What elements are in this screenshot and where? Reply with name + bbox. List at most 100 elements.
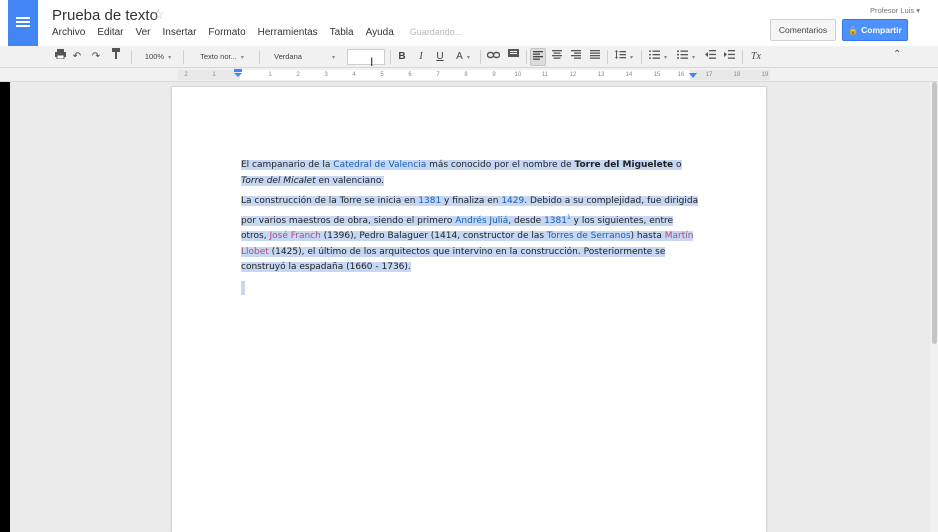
link-andres-julia[interactable]: Andrés Juliá: [455, 216, 508, 226]
ruler-number: 1: [212, 72, 216, 78]
app-header: Prueba de texto ☆ Archivo Editar Ver Ins…: [0, 0, 938, 46]
italic-button[interactable]: I: [414, 48, 428, 66]
font-size-input[interactable]: [347, 49, 385, 65]
text-cursor-icon: I: [370, 55, 374, 69]
ruler-number: 8: [464, 72, 468, 78]
text-run: (1425), el último de los arquitectos que…: [241, 246, 666, 273]
undo-icon[interactable]: ↶: [70, 48, 84, 66]
ruler-number: 10: [514, 72, 522, 78]
text-color-button[interactable]: A ▾: [452, 48, 474, 66]
ruler-number: 6: [408, 72, 412, 78]
window-edge: [0, 82, 10, 532]
menu-tabla[interactable]: Tabla: [330, 27, 354, 41]
user-name: Profesor Luis: [869, 6, 915, 15]
ruler-number: 3: [324, 72, 328, 78]
indent-marker[interactable]: [234, 69, 242, 77]
link-1381[interactable]: 1381: [418, 196, 441, 206]
text-color-label: A: [456, 51, 463, 62]
link-jose-franch[interactable]: José Franch: [269, 231, 320, 241]
italic-text: Torre del Micalet: [241, 175, 316, 186]
print-icon[interactable]: [52, 48, 68, 66]
menu-editar[interactable]: Editar: [97, 27, 123, 41]
scrollbar-thumb[interactable]: [932, 82, 937, 344]
empty-paragraph: [241, 280, 245, 295]
align-left-icon[interactable]: [530, 48, 546, 66]
menu-insertar[interactable]: Insertar: [163, 27, 197, 41]
ruler-number: 12: [569, 72, 577, 78]
zoom-select[interactable]: 100% ▾: [138, 48, 178, 66]
redo-icon[interactable]: ↷: [89, 48, 103, 66]
menu-archivo[interactable]: Archivo: [52, 27, 85, 41]
numbered-list-icon[interactable]: ▾: [646, 48, 670, 66]
ruler-number: 11: [541, 72, 549, 78]
increase-indent-icon[interactable]: [721, 48, 737, 66]
lock-icon: 🔒: [848, 26, 859, 35]
text-run: y finaliza en: [441, 196, 502, 206]
paragraph-2: La construcción de la Torre se inicia en…: [241, 194, 701, 276]
ruler-number: 17: [705, 72, 713, 78]
style-select[interactable]: Texto nor... ▾: [190, 48, 254, 66]
right-indent-marker[interactable]: [689, 73, 697, 78]
link-icon[interactable]: [485, 48, 501, 66]
ruler-number: 16: [677, 72, 685, 78]
text-run: ) hasta: [630, 231, 665, 241]
align-right-icon[interactable]: [568, 48, 584, 66]
doc-title[interactable]: Prueba de texto: [52, 7, 158, 24]
link-torres-serranos[interactable]: Torres de Serranos: [547, 231, 631, 241]
docs-logo[interactable]: [8, 0, 38, 46]
ruler: 2 1 1 2 3 4 5 6 7 8 9 10 11 12 13 14 15 …: [0, 68, 938, 82]
decrease-indent-icon[interactable]: [702, 48, 718, 66]
menu-herramientas[interactable]: Herramientas: [258, 27, 318, 41]
comment-icon[interactable]: [505, 48, 521, 66]
style-value: Texto nor...: [200, 52, 237, 61]
bold-text: Torre del Miguelete: [574, 160, 674, 170]
text-run: La construcción de la Torre se inicia en: [241, 196, 419, 206]
ruler-number: 15: [653, 72, 661, 78]
ruler-number: 2: [184, 72, 188, 78]
zoom-value: 100%: [144, 52, 165, 61]
ruler-track[interactable]: 2 1 1 2 3 4 5 6 7 8 9 10 11 12 13 14 15 …: [178, 70, 770, 80]
menu-ayuda[interactable]: Ayuda: [366, 27, 394, 41]
link-1381-b[interactable]: 1381: [544, 216, 567, 226]
save-status: Guardando...: [409, 27, 463, 37]
link-catedral[interactable]: Catedral de Valencia: [333, 160, 426, 170]
link-1429[interactable]: 1429: [501, 196, 524, 206]
ruler-number: 14: [625, 72, 633, 78]
align-justify-icon[interactable]: [587, 48, 603, 66]
ruler-number: 1: [268, 72, 272, 78]
text-run: más conocido por el nombre de: [426, 160, 575, 170]
paragraph-1: El campanario de la Catedral de Valencia…: [241, 158, 701, 189]
comments-button[interactable]: Comentarios: [770, 19, 836, 41]
align-center-icon[interactable]: [549, 48, 565, 66]
clear-formatting-button[interactable]: Tx: [748, 48, 764, 66]
ruler-number: 13: [597, 72, 605, 78]
text-run: El campanario de la: [241, 160, 334, 170]
star-icon[interactable]: ☆: [152, 6, 165, 23]
ruler-number: 18: [733, 72, 741, 78]
bulleted-list-icon[interactable]: ▾: [674, 48, 698, 66]
share-label: Compartir: [861, 25, 902, 35]
font-select[interactable]: Verdana ▾: [266, 48, 338, 66]
line-spacing-icon[interactable]: ▾: [612, 48, 636, 66]
paint-format-icon[interactable]: [108, 48, 124, 66]
bold-button[interactable]: B: [395, 48, 409, 66]
menu-bar: Archivo Editar Ver Insertar Formato Herr…: [52, 27, 462, 41]
ruler-number: 19: [761, 72, 769, 78]
share-button[interactable]: 🔒 Compartir: [842, 19, 908, 41]
font-value: Verdana: [274, 52, 302, 61]
collapse-icon[interactable]: ⌃: [893, 49, 901, 60]
ruler-number: 9: [492, 72, 496, 78]
ruler-number: 4: [352, 72, 356, 78]
text-run: en valenciano.: [315, 175, 385, 186]
underline-button[interactable]: U: [433, 48, 447, 66]
user-account[interactable]: Profesor Luis ▾: [870, 6, 920, 15]
text-run: (1396), Pedro Balaguer (1414, constructo…: [320, 231, 547, 241]
document-body[interactable]: El campanario de la Catedral de Valencia…: [241, 158, 701, 298]
ruler-number: 7: [436, 72, 440, 78]
document-page[interactable]: [172, 87, 766, 532]
text-run: , desde: [508, 215, 545, 226]
menu-ver[interactable]: Ver: [135, 27, 150, 41]
menu-formato[interactable]: Formato: [208, 27, 245, 41]
ruler-number: 2: [296, 72, 300, 78]
text-run: o: [673, 160, 682, 170]
